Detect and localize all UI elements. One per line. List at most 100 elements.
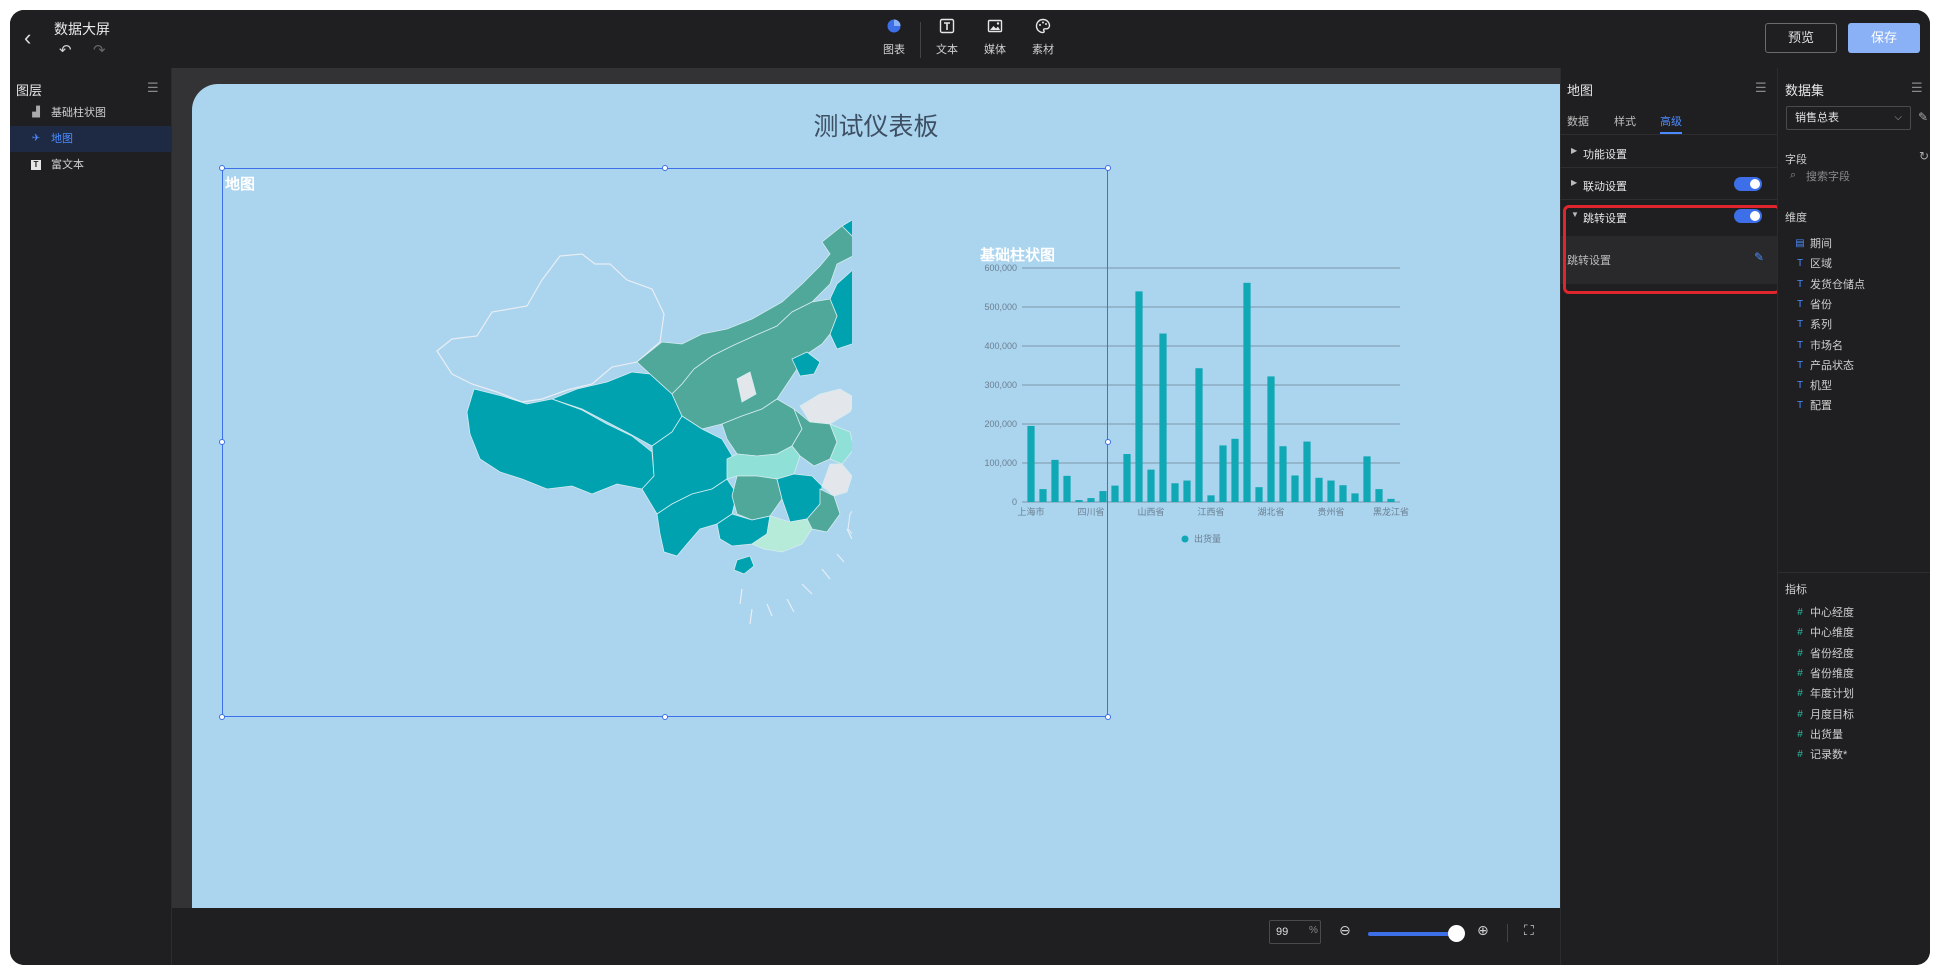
measure-field[interactable]: # 中心经度: [1778, 603, 1930, 623]
text-icon: T: [31, 160, 41, 170]
bar[interactable]: [1111, 485, 1119, 502]
bar[interactable]: [1291, 475, 1299, 502]
bar[interactable]: [1315, 477, 1323, 502]
zoom-slider-thumb[interactable]: [1448, 925, 1465, 942]
bar[interactable]: [1219, 445, 1227, 502]
preview-button[interactable]: 预览: [1765, 23, 1837, 53]
text-type-icon: T: [1796, 319, 1804, 331]
tab-style[interactable]: 样式: [1614, 113, 1636, 129]
bar[interactable]: [1159, 333, 1167, 502]
bar[interactable]: [1195, 368, 1203, 502]
dimension-field[interactable]: T 产品状态: [1778, 356, 1930, 376]
tool-chart[interactable]: 图表: [870, 18, 918, 58]
edit-dataset-icon[interactable]: ✎: [1918, 110, 1928, 124]
x-tick-label: 湖北省: [1257, 506, 1284, 517]
dataset-select[interactable]: 销售总表 ⌵: [1786, 106, 1911, 130]
bar[interactable]: [1123, 454, 1131, 502]
redo-icon[interactable]: ↷: [93, 41, 106, 59]
tool-text[interactable]: 文本: [923, 18, 971, 58]
bar[interactable]: [1243, 282, 1251, 502]
bar[interactable]: [1147, 469, 1155, 502]
dimension-field[interactable]: T 区域: [1778, 254, 1930, 274]
chart-pie-icon: [870, 18, 918, 38]
dimension-field[interactable]: T 发货仓储点: [1778, 275, 1930, 295]
image-icon: [971, 18, 1019, 38]
section-linkage-settings[interactable]: ▶ 联动设置: [1561, 168, 1778, 200]
field-search-input[interactable]: [1806, 167, 1916, 187]
bar[interactable]: [1363, 456, 1371, 502]
dimension-field[interactable]: T 市场名: [1778, 336, 1930, 356]
back-arrow-icon[interactable]: ‹: [24, 27, 44, 49]
layer-item-map[interactable]: ✈ 地图: [10, 126, 172, 152]
bar[interactable]: [1279, 446, 1287, 502]
zoom-unit: %: [1309, 925, 1318, 936]
bar[interactable]: [1171, 483, 1179, 502]
measure-field[interactable]: # 月度目标: [1778, 705, 1930, 725]
resize-handle[interactable]: [219, 439, 225, 445]
dashboard-board[interactable]: 测试仪表板 地图 基础柱状图 600,000 500,000 400,000 3…: [192, 84, 1560, 924]
bar[interactable]: [1267, 376, 1275, 502]
layer-label: 地图: [51, 133, 73, 145]
layer-item-bar-chart[interactable]: ▟ 基础柱状图: [10, 100, 172, 126]
caret-right-icon: ▶: [1571, 146, 1578, 155]
props-menu-icon[interactable]: ☰: [1755, 80, 1767, 96]
fit-screen-icon[interactable]: ⛶: [1524, 922, 1534, 939]
measure-field[interactable]: # 中心维度: [1778, 623, 1930, 643]
bar[interactable]: [1207, 495, 1215, 502]
bar[interactable]: [1231, 438, 1239, 502]
bar[interactable]: [1339, 485, 1347, 502]
field-label: 年度计划: [1810, 688, 1854, 701]
dimension-field[interactable]: T 系列: [1778, 315, 1930, 335]
bar[interactable]: [1303, 441, 1311, 502]
undo-icon[interactable]: ↶: [59, 41, 72, 59]
measure-field[interactable]: # 记录数*: [1778, 745, 1930, 765]
field-label: 出货量: [1810, 728, 1843, 741]
tool-material[interactable]: 素材: [1019, 18, 1067, 58]
resize-handle[interactable]: [219, 714, 225, 720]
resize-handle[interactable]: [1105, 714, 1111, 720]
x-tick-label: 贵州省: [1317, 506, 1344, 517]
measure-field[interactable]: # 出货量: [1778, 725, 1930, 745]
field-label: 月度目标: [1810, 708, 1854, 721]
dimension-field[interactable]: T 省份: [1778, 295, 1930, 315]
save-button[interactable]: 保存: [1848, 23, 1920, 53]
bar[interactable]: [1351, 493, 1359, 502]
resize-handle[interactable]: [1105, 439, 1111, 445]
tab-data[interactable]: 数据: [1567, 113, 1589, 129]
section-function-settings[interactable]: ▶ 功能设置: [1561, 136, 1778, 168]
layer-item-rich-text[interactable]: T 富文本: [10, 152, 172, 178]
board-title[interactable]: 测试仪表板: [192, 107, 1560, 143]
field-label: 产品状态: [1810, 359, 1854, 372]
bar[interactable]: [1375, 489, 1383, 502]
measure-field[interactable]: # 省份经度: [1778, 644, 1930, 664]
zoom-out-icon[interactable]: ⊖: [1339, 922, 1351, 939]
zoom-slider[interactable]: [1368, 932, 1458, 936]
refresh-icon[interactable]: ↻: [1919, 149, 1929, 163]
resize-handle[interactable]: [1105, 165, 1111, 171]
resize-handle[interactable]: [662, 165, 668, 171]
tool-media-label: 媒体: [984, 44, 1006, 56]
tool-media[interactable]: 媒体: [971, 18, 1019, 58]
dimension-field[interactable]: T 配置: [1778, 396, 1930, 416]
linkage-toggle[interactable]: [1734, 177, 1762, 191]
dimension-field[interactable]: ▤ 期间: [1778, 234, 1930, 254]
layers-panel: 图层 ☰ ▟ 基础柱状图 ✈ 地图 T 富文本: [10, 68, 172, 965]
dataset-menu-icon[interactable]: ☰: [1911, 80, 1923, 96]
zoom-in-icon[interactable]: ⊕: [1477, 922, 1489, 939]
tab-advanced[interactable]: 高级: [1660, 113, 1682, 129]
resize-handle[interactable]: [662, 714, 668, 720]
selection-box[interactable]: [222, 168, 1108, 717]
bar[interactable]: [1135, 291, 1143, 502]
bar[interactable]: [1327, 480, 1335, 502]
measure-field[interactable]: # 省份维度: [1778, 664, 1930, 684]
measure-field[interactable]: # 年度计划: [1778, 684, 1930, 704]
tool-material-label: 素材: [1032, 44, 1054, 56]
layers-menu-icon[interactable]: ☰: [147, 80, 159, 96]
resize-handle[interactable]: [219, 165, 225, 171]
field-label: 区域: [1810, 258, 1832, 271]
bar[interactable]: [1387, 498, 1395, 502]
number-type-icon: #: [1797, 667, 1803, 679]
dimension-field[interactable]: T 机型: [1778, 376, 1930, 396]
bar[interactable]: [1183, 480, 1191, 502]
bar[interactable]: [1255, 487, 1263, 502]
